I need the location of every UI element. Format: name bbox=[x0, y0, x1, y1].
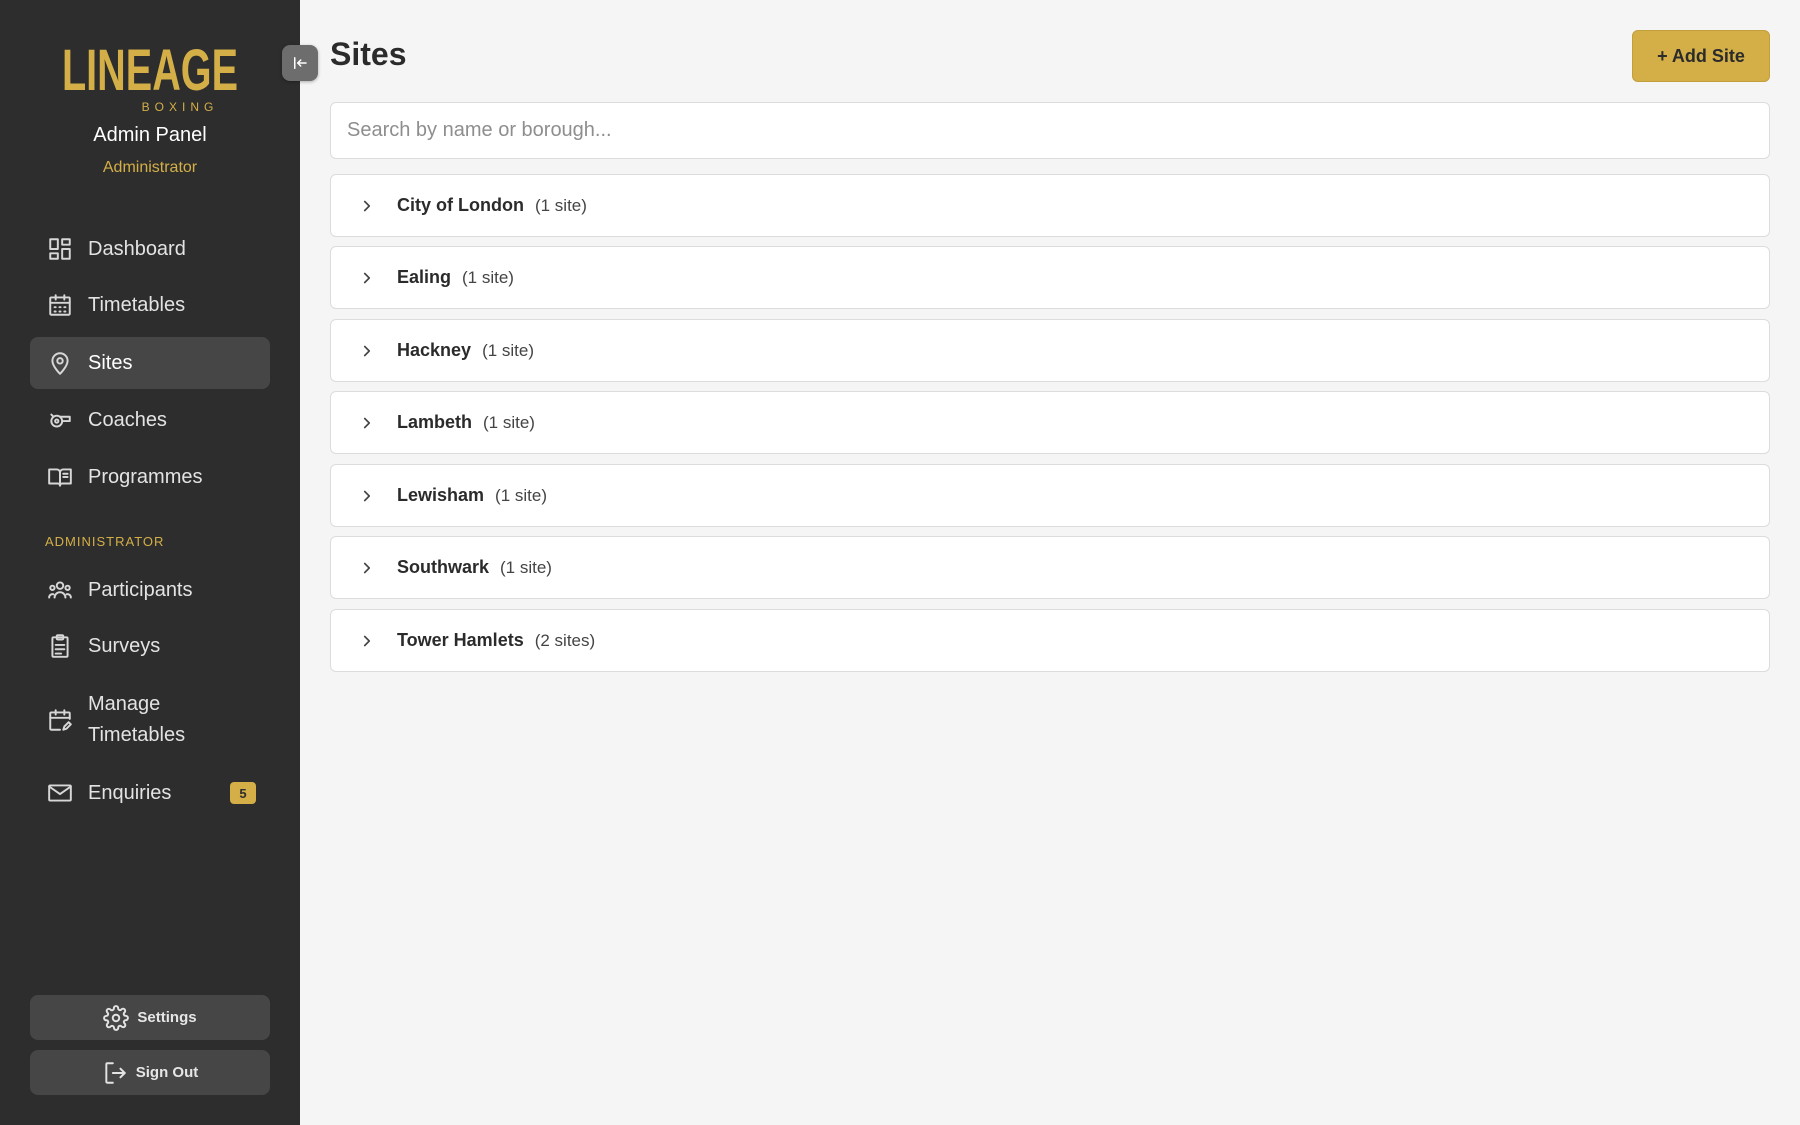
nav-label: Coaches bbox=[88, 408, 167, 431]
borough-row-lambeth[interactable]: Lambeth (1 site) bbox=[330, 391, 1770, 454]
nav-label: Dashboard bbox=[88, 237, 186, 260]
gear-icon bbox=[103, 1004, 130, 1031]
site-count: (1 site) bbox=[462, 267, 514, 287]
nav-item-enquiries[interactable]: Enquiries 5 bbox=[30, 767, 270, 819]
chevron-right-icon[interactable] bbox=[357, 558, 377, 578]
nav-label: Programmes bbox=[88, 465, 203, 488]
chevron-right-icon[interactable] bbox=[357, 413, 377, 433]
borough-name: City of London bbox=[397, 195, 524, 215]
search-input[interactable] bbox=[330, 102, 1770, 159]
settings-button[interactable]: Settings bbox=[30, 995, 270, 1040]
calendar-icon bbox=[46, 291, 74, 319]
chevron-right-icon[interactable] bbox=[357, 196, 377, 216]
borough-name: Lewisham bbox=[397, 485, 485, 505]
page-title: Sites bbox=[330, 36, 407, 72]
sign-out-label: Sign Out bbox=[135, 1064, 199, 1081]
borough-row-tower-hamlets[interactable]: Tower Hamlets (2 sites) bbox=[330, 609, 1770, 672]
nav-item-programmes[interactable]: Programmes bbox=[30, 451, 270, 503]
borough-row-lewisham[interactable]: Lewisham (1 site) bbox=[330, 464, 1770, 527]
chevron-right-icon[interactable] bbox=[357, 341, 377, 361]
site-count: (2 sites) bbox=[534, 630, 596, 650]
borough-name: Ealing bbox=[397, 267, 452, 287]
nav-item-dashboard[interactable]: Dashboard bbox=[30, 223, 270, 275]
borough-name: Tower Hamlets bbox=[397, 630, 524, 650]
borough-row-southwark[interactable]: Southwark (1 site) bbox=[330, 536, 1770, 599]
site-count: (1 site) bbox=[495, 485, 547, 505]
location-pin-icon bbox=[46, 349, 74, 377]
collapse-left-icon bbox=[294, 57, 307, 69]
enquiries-count-badge: 5 bbox=[230, 782, 256, 804]
svg-text:BOXING: BOXING bbox=[142, 100, 219, 114]
settings-label: Settings bbox=[137, 1009, 197, 1026]
site-count: (1 site) bbox=[483, 412, 535, 432]
nav-label: Timetables bbox=[88, 293, 186, 316]
nav-label: Surveys bbox=[88, 634, 161, 657]
calendar-edit-icon bbox=[46, 706, 74, 734]
site-count: (1 site) bbox=[500, 557, 552, 577]
borough-name: Hackney bbox=[397, 340, 472, 360]
sidebar: LINEAGE BOXING Admin Panel Administrator… bbox=[0, 0, 300, 1125]
book-icon bbox=[46, 463, 74, 491]
group-icon bbox=[46, 576, 74, 604]
sign-out-icon bbox=[105, 1061, 126, 1084]
nav-item-coaches[interactable]: Coaches bbox=[30, 394, 270, 446]
whistle-icon bbox=[46, 406, 74, 434]
nav-label: Sites bbox=[88, 351, 133, 374]
nav-label: Participants bbox=[88, 578, 193, 601]
chevron-right-icon[interactable] bbox=[357, 631, 377, 651]
site-count: (1 site) bbox=[534, 195, 587, 215]
user-role: Administrator bbox=[102, 159, 198, 176]
collapse-sidebar-button[interactable] bbox=[282, 45, 318, 81]
sign-out-button[interactable]: Sign Out bbox=[30, 1050, 270, 1095]
chevron-right-icon[interactable] bbox=[357, 486, 377, 506]
nav-item-sites[interactable]: Sites bbox=[30, 337, 270, 389]
add-site-button[interactable]: + Add Site bbox=[1632, 30, 1770, 82]
lineage-boxing-logo[interactable]: LINEAGE BOXING bbox=[60, 28, 240, 114]
borough-name: Lambeth bbox=[397, 412, 473, 432]
nav-item-manage-timetables[interactable]: Manage Timetables bbox=[30, 681, 270, 759]
mail-icon bbox=[46, 779, 74, 807]
nav-label: Manage Timetables bbox=[88, 693, 186, 746]
panel-title: Admin Panel bbox=[93, 124, 207, 146]
nav-item-participants[interactable]: Participants bbox=[30, 564, 270, 616]
nav-item-surveys[interactable]: Surveys bbox=[30, 620, 270, 672]
svg-text:LINEAGE: LINEAGE bbox=[62, 38, 238, 103]
site-count: (1 site) bbox=[482, 340, 535, 360]
nav-item-timetables[interactable]: Timetables bbox=[30, 279, 270, 331]
borough-row-ealing[interactable]: Ealing (1 site) bbox=[330, 246, 1770, 309]
clipboard-icon bbox=[46, 632, 74, 660]
borough-name: Southwark bbox=[397, 557, 490, 577]
borough-row-city-of-london[interactable]: City of London (1 site) bbox=[330, 174, 1770, 237]
nav-label: Enquiries bbox=[88, 781, 172, 804]
borough-row-hackney[interactable]: Hackney (1 site) bbox=[330, 319, 1770, 382]
chevron-right-icon[interactable] bbox=[357, 268, 377, 288]
dashboard-icon bbox=[46, 235, 74, 263]
admin-section-label: ADMINISTRATOR bbox=[45, 534, 165, 549]
